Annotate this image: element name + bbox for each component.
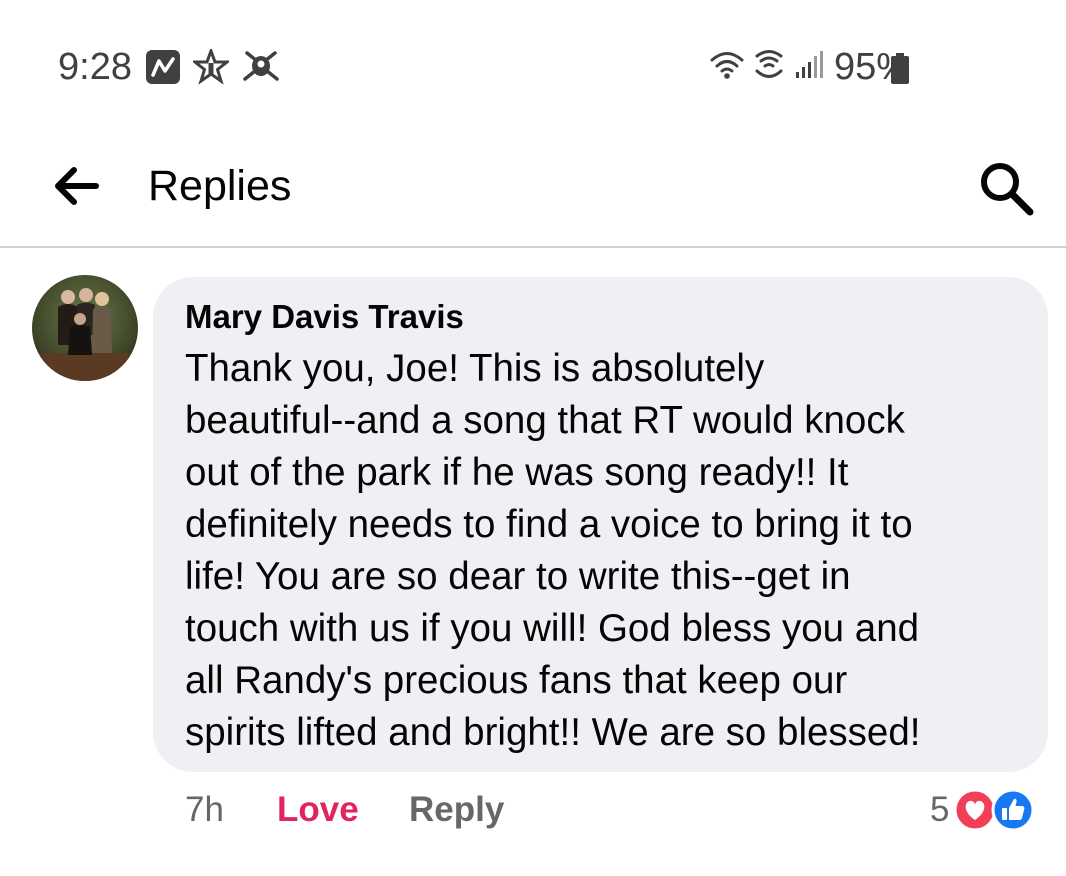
- app-header: Replies: [0, 130, 1066, 248]
- avatar[interactable]: [32, 275, 138, 381]
- bug-icon: [241, 49, 281, 85]
- comment-line: Thank you, Joe! This is absolutely: [185, 347, 765, 390]
- profile-photo: [32, 275, 138, 381]
- like-reaction-icon: [991, 788, 1035, 832]
- news-app-icon: [145, 49, 181, 85]
- comment-author[interactable]: Mary Davis Travis: [185, 295, 464, 339]
- comment-line: touch with us if you will! God bless you…: [185, 607, 920, 650]
- status-time: 9:28: [58, 46, 132, 88]
- comment-line: definitely needs to find a voice to brin…: [185, 503, 913, 546]
- comment-line: beautiful--and a song that RT would knoc…: [185, 399, 905, 442]
- notification-icons: [145, 49, 281, 85]
- comment-line: life! You are so dear to write this--get…: [185, 555, 851, 598]
- reactions-summary[interactable]: 5: [930, 786, 1035, 834]
- comment-actions: 7h Love Reply: [185, 786, 504, 834]
- wifi-calling-icon: [754, 49, 784, 86]
- search-button[interactable]: [974, 156, 1038, 220]
- back-button[interactable]: [48, 158, 104, 214]
- wifi-icon: [710, 50, 744, 85]
- comment-timestamp: 7h: [185, 790, 224, 829]
- love-button[interactable]: Love: [277, 790, 409, 830]
- comment-text: Thank you, Joe! This is absolutely beaut…: [185, 343, 1025, 759]
- signal-icon: [794, 50, 824, 85]
- star-icon: [193, 49, 229, 85]
- comment-line: out of the park if he was song ready!! I…: [185, 451, 849, 494]
- search-icon: [981, 163, 1034, 216]
- status-bar: 9:28 95%: [0, 0, 1066, 120]
- comment-bubble[interactable]: Mary Davis Travis Thank you, Joe! This i…: [153, 277, 1048, 772]
- reaction-icons: [953, 788, 1035, 832]
- comment-line: all Randy's precious fans that keep our: [185, 659, 848, 702]
- arrow-left-icon: [55, 167, 99, 205]
- page-title: Replies: [148, 162, 292, 210]
- status-right: 95%: [710, 46, 910, 89]
- battery-icon: [890, 53, 910, 90]
- reaction-count: 5: [930, 790, 950, 829]
- comment-line: spirits lifted and bright!! We are so bl…: [185, 711, 921, 754]
- reply-button[interactable]: Reply: [409, 790, 504, 830]
